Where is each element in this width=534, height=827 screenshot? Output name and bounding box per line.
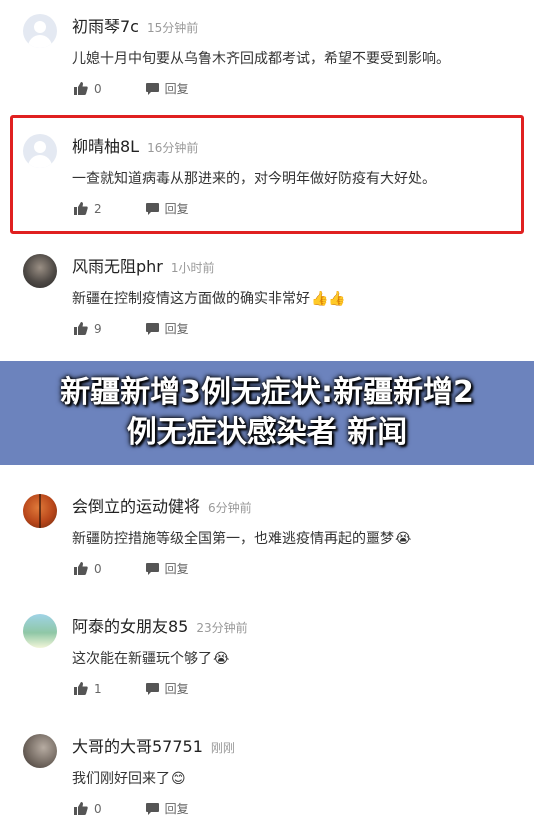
reply-button[interactable]: 回复 (145, 320, 189, 337)
comment-header: 风雨无阻phr 1小时前 (72, 253, 215, 277)
emoji: 😭 (395, 531, 412, 547)
comment-header: 阿泰的女朋友85 23分钟前 (72, 613, 248, 637)
timestamp: 刚刚 (210, 741, 235, 755)
like-count: 9 (94, 321, 102, 336)
username[interactable]: 会倒立的运动健将 (72, 497, 200, 516)
thumbs-up-icon (74, 562, 88, 575)
emoji: 👍👍 (311, 291, 346, 307)
like-button[interactable]: 0 (74, 802, 102, 816)
avatar[interactable] (23, 734, 57, 768)
highlight-frame (10, 115, 524, 234)
thumbs-up-icon (74, 802, 88, 815)
thumbs-up-icon (74, 82, 88, 95)
reply-button[interactable]: 回复 (145, 560, 189, 577)
comment-header: 会倒立的运动健将 6分钟前 (72, 493, 252, 517)
chat-bubble-icon (145, 682, 159, 695)
emoji: 😭 (213, 651, 230, 667)
comment-item: 风雨无阻phr 1小时前 新疆在控制疫情这方面做的确实非常好👍👍 9 回复 (0, 240, 534, 360)
comment-text-body: 儿媳十月中旬要从乌鲁木齐回成都考试，希望不要受到影响。 (72, 51, 450, 67)
comment-text: 这次能在新疆玩个够了😭 (72, 648, 229, 668)
avatar[interactable] (23, 494, 57, 528)
like-button[interactable]: 0 (74, 82, 102, 96)
chat-bubble-icon (145, 802, 159, 815)
comment-text-body: 新疆防控措施等级全国第一，也难逃疫情再起的噩梦 (72, 531, 394, 547)
username[interactable]: 大哥的大哥57751 (72, 737, 203, 756)
username[interactable]: 初雨琴7c (72, 17, 139, 36)
avatar[interactable] (23, 14, 57, 48)
comment-header: 大哥的大哥57751 刚刚 (72, 733, 235, 757)
comment-text: 新疆在控制疫情这方面做的确实非常好👍👍 (72, 288, 346, 308)
comment-item: 阿泰的女朋友85 23分钟前 这次能在新疆玩个够了😭 1 回复 (0, 600, 534, 720)
like-button[interactable]: 9 (74, 322, 102, 336)
chat-bubble-icon (145, 322, 159, 335)
comment-text-body: 我们刚好回来了 (72, 771, 170, 787)
comment-text-body: 新疆在控制疫情这方面做的确实非常好 (72, 291, 310, 307)
thumbs-up-icon (74, 322, 88, 335)
reply-label: 回复 (164, 82, 189, 96)
timestamp: 1小时前 (170, 261, 215, 275)
comment-item: 会倒立的运动健将 6分钟前 新疆防控措施等级全国第一，也难逃疫情再起的噩梦😭 0 … (0, 480, 534, 600)
comment-header: 初雨琴7c 15分钟前 (72, 13, 198, 37)
reply-button[interactable]: 回复 (145, 680, 189, 697)
comment-actions: 9 回复 (74, 320, 233, 337)
comment-actions: 0 回复 (74, 80, 233, 97)
emoji: 😊 (171, 771, 186, 787)
chat-bubble-icon (145, 562, 159, 575)
timestamp: 6分钟前 (208, 501, 252, 515)
reply-label: 回复 (164, 802, 189, 816)
comment-item: 初雨琴7c 15分钟前 儿媳十月中旬要从乌鲁木齐回成都考试，希望不要受到影响。 0… (0, 0, 534, 120)
title-banner: 新疆新增3例无症状:新疆新增2例无症状感染者 新闻 (0, 361, 534, 465)
comment-text: 我们刚好回来了😊 (72, 768, 186, 788)
comment-text-body: 这次能在新疆玩个够了 (72, 651, 212, 667)
reply-button[interactable]: 回复 (145, 800, 189, 817)
like-count: 0 (94, 801, 102, 816)
thumbs-up-icon (74, 682, 88, 695)
reply-label: 回复 (164, 682, 189, 696)
avatar[interactable] (23, 254, 57, 288)
comment-actions: 0 回复 (74, 560, 233, 577)
like-count: 0 (94, 561, 102, 576)
username[interactable]: 风雨无阻phr (72, 257, 163, 276)
like-button[interactable]: 1 (74, 682, 102, 696)
chat-bubble-icon (145, 82, 159, 95)
comment-text: 新疆防控措施等级全国第一，也难逃疫情再起的噩梦😭 (72, 528, 411, 548)
avatar[interactable] (23, 614, 57, 648)
comment-actions: 1 回复 (74, 680, 233, 697)
banner-title: 新疆新增3例无症状:新疆新增2例无症状感染者 新闻 (60, 375, 474, 450)
like-count: 0 (94, 81, 102, 96)
reply-button[interactable]: 回复 (145, 80, 189, 97)
timestamp: 23分钟前 (196, 621, 248, 635)
comment-actions: 0 回复 (74, 800, 233, 817)
like-button[interactable]: 0 (74, 562, 102, 576)
reply-label: 回复 (164, 562, 189, 576)
comment-item: 大哥的大哥57751 刚刚 我们刚好回来了😊 0 回复 (0, 720, 534, 827)
reply-label: 回复 (164, 322, 189, 336)
timestamp: 15分钟前 (146, 21, 199, 35)
username[interactable]: 阿泰的女朋友85 (72, 617, 188, 636)
like-count: 1 (94, 681, 102, 696)
comment-text: 儿媳十月中旬要从乌鲁木齐回成都考试，希望不要受到影响。 (72, 48, 450, 68)
